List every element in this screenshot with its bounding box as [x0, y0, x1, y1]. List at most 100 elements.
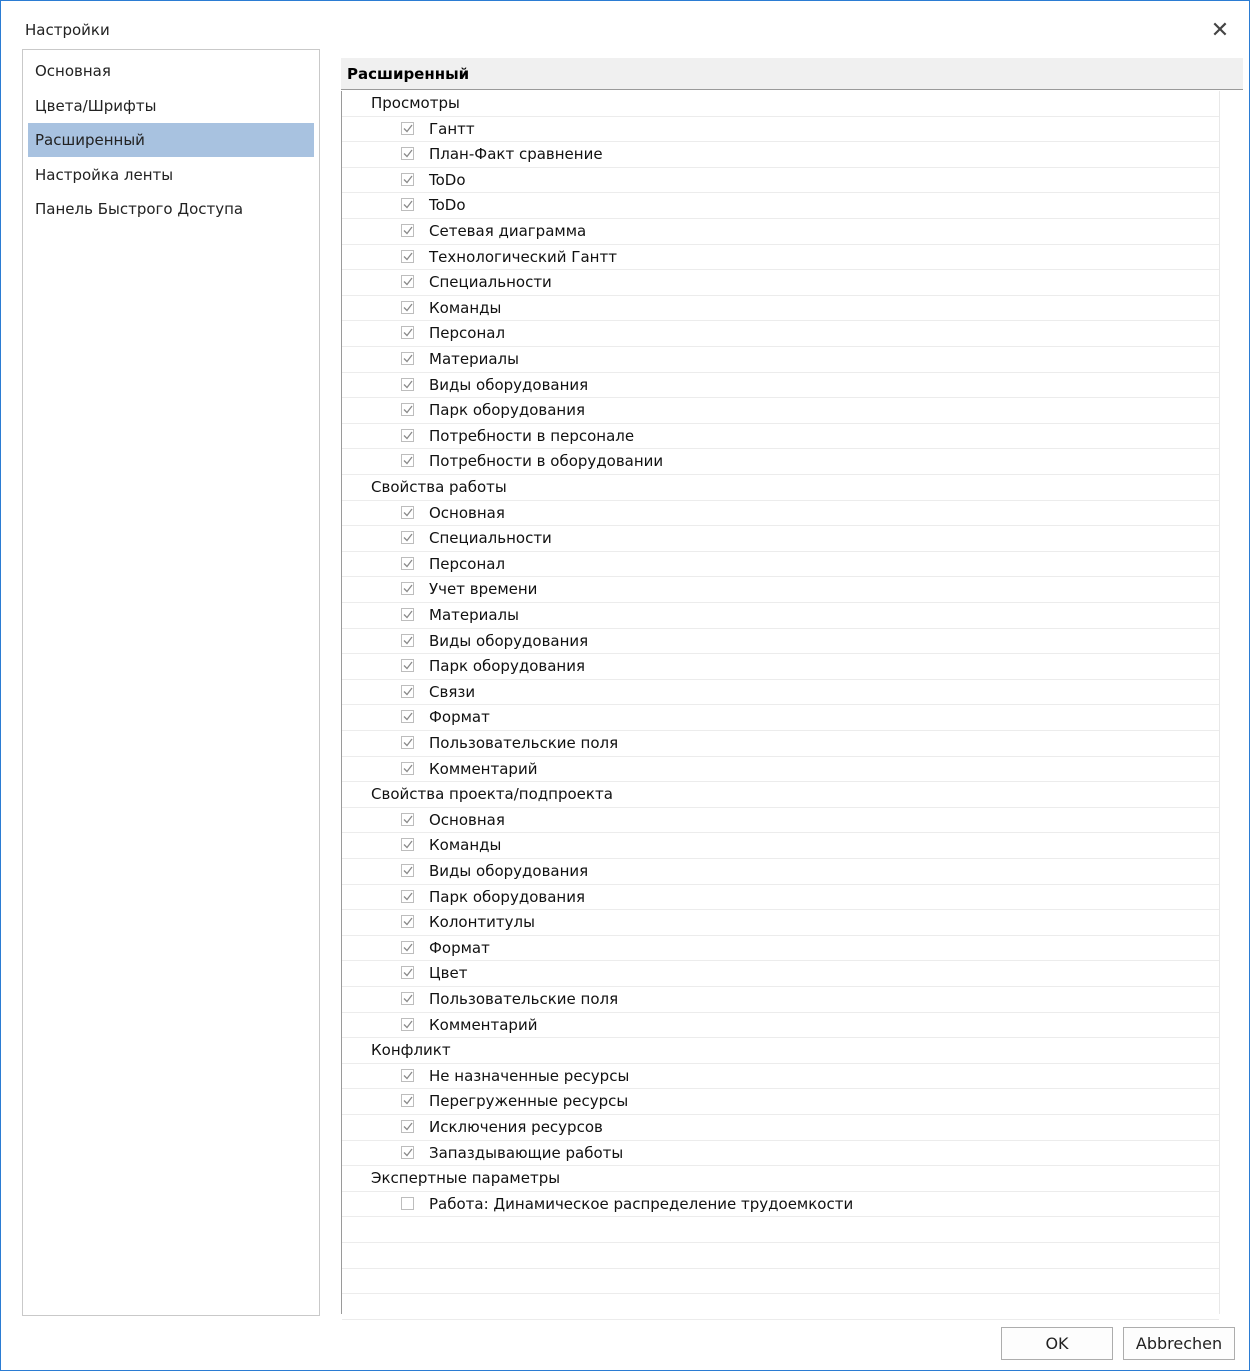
tree-option-row[interactable]: Связи — [342, 680, 1219, 706]
tree-option-row[interactable]: Учет времени — [342, 577, 1219, 603]
option-checkbox[interactable] — [401, 992, 414, 1005]
tree-option-row[interactable]: Перегруженные ресурсы — [342, 1089, 1219, 1115]
tree-option-row[interactable]: Персонал — [342, 552, 1219, 578]
sidebar-item[interactable]: Основная — [28, 54, 314, 88]
sidebar-item[interactable]: Панель Быстрого Доступа — [28, 192, 314, 226]
option-checkbox[interactable] — [401, 1145, 414, 1159]
option-checkbox[interactable] — [401, 352, 414, 365]
option-checkbox[interactable] — [401, 812, 414, 826]
tree-option-row[interactable]: План-Факт сравнение — [342, 142, 1219, 168]
tree-option-row[interactable]: Парк оборудования — [342, 885, 1219, 911]
cancel-button[interactable]: Abbrechen — [1123, 1327, 1235, 1360]
option-checkbox[interactable] — [401, 838, 414, 852]
option-checkbox[interactable] — [401, 300, 414, 314]
option-checkbox[interactable] — [401, 377, 414, 391]
option-checkbox[interactable] — [401, 889, 414, 903]
option-label: Пользовательские поля — [429, 734, 619, 752]
option-checkbox[interactable] — [401, 556, 414, 570]
sidebar-item[interactable]: Цвета/Шрифты — [28, 89, 314, 123]
option-label: Комментарий — [429, 1015, 538, 1034]
tree-option-row[interactable]: Технологический Гантт — [342, 245, 1219, 271]
tree-option-row[interactable]: Гантт — [342, 117, 1219, 143]
tree-option-row[interactable]: Специальности — [342, 270, 1219, 296]
tree-option-row[interactable]: Запаздывающие работы — [342, 1141, 1219, 1167]
tree-option-row[interactable]: Команды — [342, 296, 1219, 322]
option-checkbox[interactable] — [401, 684, 414, 698]
option-label: Материалы — [429, 606, 519, 624]
tree-option-row[interactable]: Формат — [342, 936, 1219, 962]
option-checkbox[interactable] — [401, 1094, 414, 1108]
option-checkbox[interactable] — [401, 505, 414, 519]
option-checkbox[interactable] — [401, 1120, 414, 1133]
tree-option-row[interactable]: Материалы — [342, 603, 1219, 629]
option-checkbox[interactable] — [401, 428, 414, 442]
tree-option-row[interactable]: Пользовательские поля — [342, 731, 1219, 757]
option-checkbox[interactable] — [401, 326, 414, 340]
tree-option-row[interactable]: Потребности в персонале — [342, 424, 1219, 450]
options-tree: Просмотры Гантт План-Факт сравнение ToDo ToD… — [341, 91, 1244, 1320]
option-checkbox[interactable] — [401, 864, 414, 877]
option-checkbox[interactable] — [401, 710, 414, 724]
ok-button[interactable]: OK — [1001, 1327, 1113, 1360]
tree-option-row[interactable]: Виды оборудования — [342, 373, 1219, 399]
option-checkbox[interactable] — [401, 275, 414, 289]
tree-option-row[interactable]: Материалы — [342, 347, 1219, 373]
tree-option-row[interactable]: ToDo — [342, 193, 1219, 219]
tree-option-row[interactable]: Персонал — [342, 321, 1219, 347]
tree-option-row[interactable]: Специальности — [342, 526, 1219, 552]
tree-option-row[interactable]: Виды оборудования — [342, 629, 1219, 655]
option-checkbox[interactable] — [401, 659, 414, 673]
tree-option-row[interactable]: Цвет — [342, 961, 1219, 987]
tree-option-row[interactable]: Виды оборудования — [342, 859, 1219, 885]
option-checkbox[interactable] — [401, 761, 414, 775]
option-label: Потребности в персонале — [429, 426, 635, 445]
option-checkbox[interactable] — [401, 1068, 414, 1082]
tree-option-row[interactable]: Колонтитулы — [342, 910, 1219, 936]
option-checkbox[interactable] — [401, 582, 414, 596]
option-checkbox[interactable] — [401, 1017, 414, 1031]
option-checkbox[interactable] — [401, 249, 414, 263]
tree-option-row[interactable]: Основная — [342, 808, 1219, 834]
tree-option-row[interactable]: Комментарий — [342, 757, 1219, 783]
option-checkbox[interactable] — [401, 608, 414, 621]
option-checkbox[interactable] — [401, 147, 414, 161]
close-icon[interactable]: ✕ — [1205, 16, 1235, 46]
tree-group-row: Конфликт — [342, 1038, 1219, 1064]
option-checkbox[interactable] — [401, 940, 414, 954]
tree-option-row[interactable]: Не назначенные ресурсы — [342, 1064, 1219, 1090]
tree-option-row[interactable]: Работа: Динамическое распределение трудо… — [342, 1192, 1219, 1218]
sidebar-item[interactable]: Расширенный — [28, 123, 314, 157]
tree-option-row[interactable]: Основная — [342, 501, 1219, 527]
tree-option-row[interactable]: ToDo — [342, 168, 1219, 194]
option-label: Комментарий — [429, 759, 538, 778]
option-label: Команды — [429, 836, 502, 855]
option-checkbox[interactable] — [401, 633, 414, 647]
option-checkbox[interactable] — [401, 198, 414, 212]
tree-option-row[interactable]: Сетевая диаграмма — [342, 219, 1219, 245]
tree-option-row[interactable]: Формат — [342, 705, 1219, 731]
tree-option-row[interactable]: Парк оборудования — [342, 398, 1219, 424]
option-checkbox[interactable] — [401, 454, 414, 468]
tree-option-row[interactable]: Потребности в оборудовании — [342, 449, 1219, 475]
option-label: ToDo — [429, 196, 466, 215]
option-label: Персонал — [429, 554, 506, 573]
option-checkbox[interactable] — [401, 966, 414, 980]
option-label: Команды — [429, 298, 502, 317]
tree-option-row[interactable]: Исключения ресурсов — [342, 1115, 1219, 1141]
sidebar-item[interactable]: Настройка ленты — [28, 158, 314, 192]
option-checkbox[interactable] — [401, 915, 414, 929]
option-checkbox[interactable] — [401, 403, 414, 417]
tree-option-row[interactable]: Пользовательские поля — [342, 987, 1219, 1013]
group-label: Конфликт — [371, 1041, 451, 1060]
option-label: Парк оборудования — [429, 887, 585, 906]
option-checkbox[interactable] — [401, 736, 414, 749]
option-checkbox[interactable] — [401, 224, 414, 237]
option-label: Специальности — [429, 273, 552, 292]
option-checkbox[interactable] — [401, 121, 414, 135]
option-checkbox[interactable] — [401, 172, 414, 186]
tree-option-row[interactable]: Парк оборудования — [342, 654, 1219, 680]
tree-option-row[interactable]: Комментарий — [342, 1013, 1219, 1039]
option-checkbox[interactable] — [401, 531, 414, 545]
tree-option-row[interactable]: Команды — [342, 833, 1219, 859]
option-checkbox[interactable] — [401, 1196, 414, 1210]
